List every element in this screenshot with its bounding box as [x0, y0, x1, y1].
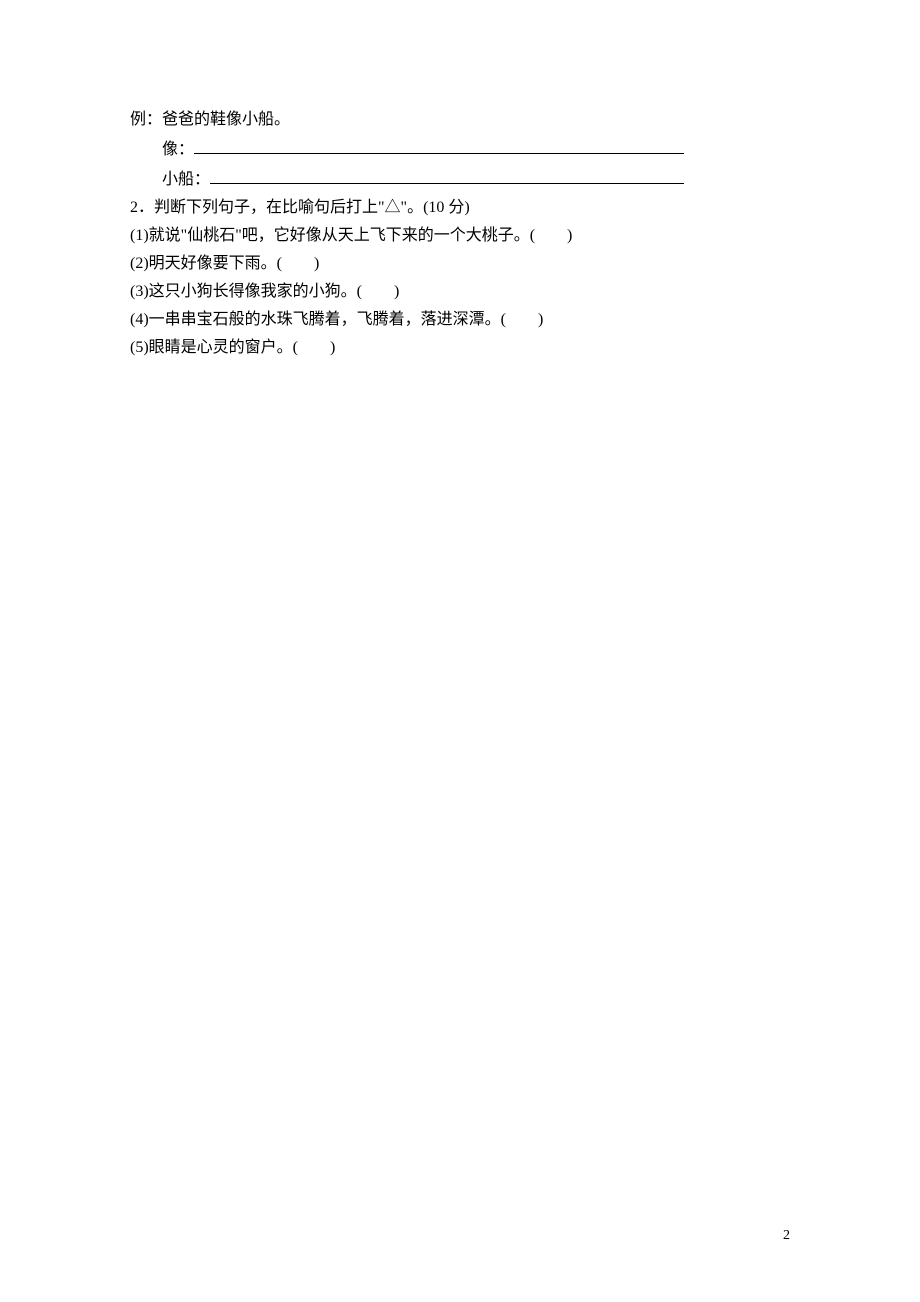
blank-line-2: 小船： [130, 166, 790, 192]
q2-item-5: (5)眼睛是心灵的窗户。( ) [130, 336, 790, 360]
example-text: 爸爸的鞋像小船。 [162, 111, 290, 128]
blank-2-label: 小船： [162, 171, 210, 188]
example-line: 例：爸爸的鞋像小船。 [130, 108, 790, 132]
q2-item-4: (4)一串串宝石般的水珠飞腾着，飞腾着，落进深潭。( ) [130, 308, 790, 332]
blank-1-underline [194, 136, 684, 154]
blank-2-underline [210, 166, 684, 184]
document-content: 例：爸爸的鞋像小船。 像： 小船： 2．判断下列句子，在比喻句后打上"△"。(1… [130, 108, 790, 364]
blank-line-1: 像： [130, 136, 790, 162]
example-prefix: 例： [130, 111, 162, 128]
page-number: 2 [783, 1225, 790, 1246]
q2-header: 2．判断下列句子，在比喻句后打上"△"。(10 分) [130, 196, 790, 220]
q2-item-1: (1)就说"仙桃石"吧，它好像从天上飞下来的一个大桃子。( ) [130, 224, 790, 248]
q2-item-3: (3)这只小狗长得像我家的小狗。( ) [130, 280, 790, 304]
blank-1-label: 像： [162, 141, 194, 158]
q2-item-2: (2)明天好像要下雨。( ) [130, 252, 790, 276]
